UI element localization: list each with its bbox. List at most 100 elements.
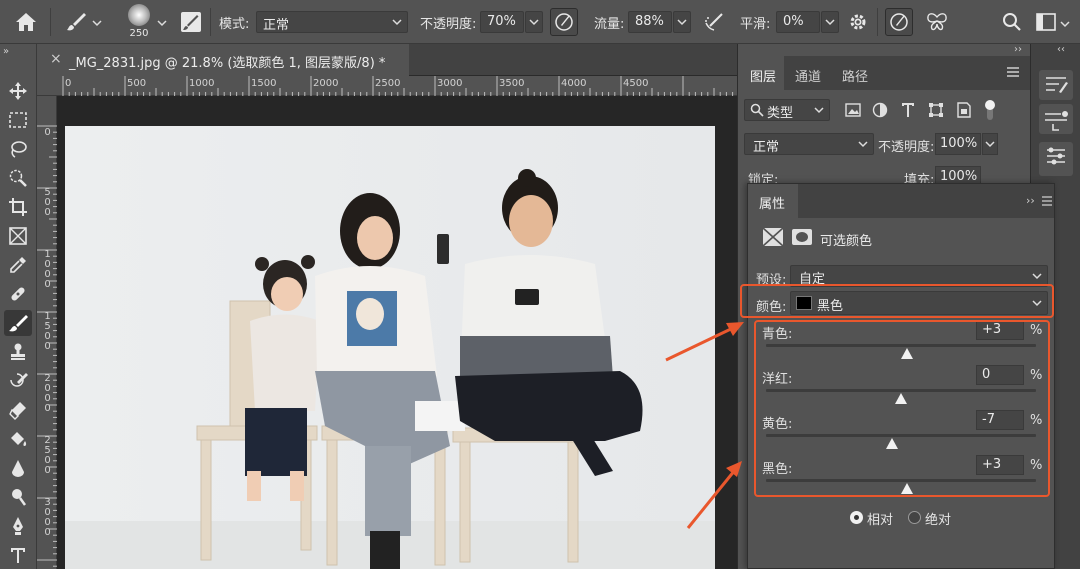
panel-menu-icon[interactable] xyxy=(1041,195,1053,207)
brushes-panel-button[interactable] xyxy=(1039,104,1073,134)
tab-layers-label[interactable]: 图层 xyxy=(750,66,776,85)
tab-properties[interactable]: 属性 xyxy=(748,184,798,218)
ruler-label: 0 xyxy=(65,78,72,89)
chevron-down-icon xyxy=(825,19,835,26)
history-brush-icon xyxy=(10,373,28,387)
history-brush-tool[interactable] xyxy=(4,368,32,394)
collapse-toolbar-icon[interactable]: » xyxy=(3,46,9,57)
smoothing-dropdown[interactable] xyxy=(821,11,839,33)
panel-collapse-icon[interactable]: ›› xyxy=(1014,44,1022,55)
brush-tool[interactable] xyxy=(4,310,32,336)
relative-radio[interactable] xyxy=(850,511,863,524)
adjustments-panel-button[interactable] xyxy=(1039,142,1073,176)
properties-title: 属性 xyxy=(759,197,786,212)
layers-blend-mode-select[interactable]: 正常 xyxy=(744,133,874,155)
close-tab-button[interactable]: × xyxy=(50,51,62,67)
filter-smart-object-icon[interactable] xyxy=(956,102,972,118)
flow-input[interactable]: 88% xyxy=(628,11,672,33)
ruler-label: 1500 xyxy=(251,78,277,89)
canvas-area[interactable] xyxy=(57,96,737,569)
layer-opacity-dropdown[interactable] xyxy=(982,133,998,155)
filter-toggle-icon[interactable] xyxy=(984,99,996,121)
absolute-label: 绝对 xyxy=(925,513,952,528)
frame-tool[interactable] xyxy=(4,223,32,249)
ruler-label: 3500 xyxy=(499,78,525,89)
document-tab[interactable]: × _MG_2831.jpg @ 21.8% (选取颜色 1, 图层蒙版/8) … xyxy=(37,44,409,76)
blur-drop-icon xyxy=(12,460,24,477)
panel-menu-icon[interactable] xyxy=(1006,66,1020,78)
home-icon[interactable] xyxy=(14,11,38,33)
healing-brush-tool[interactable] xyxy=(4,281,32,307)
lasso-tool[interactable] xyxy=(4,136,32,162)
filter-type-icon[interactable] xyxy=(900,101,916,119)
opacity-input[interactable]: 70% xyxy=(480,11,524,33)
ruler-label: 2500 xyxy=(375,78,401,89)
options-bar: 250 模式: 正常 不透明度: 70% 流量: 88% 平滑: 0% xyxy=(0,0,1080,44)
clone-stamp-tool[interactable] xyxy=(4,339,32,365)
separator xyxy=(877,8,878,36)
panel-expand-icon[interactable]: ‹‹ xyxy=(1057,44,1065,55)
pen-tool[interactable] xyxy=(4,513,32,539)
quick-selection-tool[interactable] xyxy=(4,165,32,191)
stamp-icon xyxy=(11,343,25,360)
crop-tool[interactable] xyxy=(4,194,32,220)
ruler-label: 3000 xyxy=(437,78,463,89)
smoothing-input[interactable]: 0% xyxy=(776,11,820,33)
tab-channels-label[interactable]: 通道 xyxy=(795,66,821,85)
move-tool[interactable] xyxy=(4,78,32,104)
layer-filter-select[interactable]: 类型 xyxy=(744,99,830,121)
search-icon xyxy=(750,103,764,117)
layer-opacity-input[interactable]: 100% xyxy=(935,133,981,155)
mode-select[interactable]: 正常 xyxy=(256,11,408,33)
layers-blend-mode-value: 正常 xyxy=(753,140,780,155)
absolute-radio[interactable] xyxy=(908,511,921,524)
chevron-down-icon[interactable] xyxy=(157,16,167,27)
separator xyxy=(50,8,51,36)
dodge-tool[interactable] xyxy=(4,484,32,510)
eraser-icon xyxy=(9,402,26,420)
family-photo xyxy=(65,126,715,569)
chevron-down-icon[interactable] xyxy=(92,16,102,27)
filter-adjustment-icon[interactable] xyxy=(872,102,888,118)
pressure-size-button[interactable] xyxy=(885,8,913,36)
flow-dropdown[interactable] xyxy=(673,11,691,33)
opacity-dropdown[interactable] xyxy=(525,11,543,33)
horizontal-ruler[interactable]: 0 500 1000 1500 2000 2500 3000 3500 4000… xyxy=(37,76,737,96)
smoothing-value: 0% xyxy=(783,14,804,29)
filter-shape-icon[interactable] xyxy=(928,102,944,118)
eraser-tool[interactable] xyxy=(4,397,32,423)
workspace-layout-icon[interactable] xyxy=(1036,13,1056,31)
ruler-label: 4000 xyxy=(561,78,587,89)
symmetry-butterfly-icon[interactable] xyxy=(925,11,949,33)
annotation-highlight-color xyxy=(740,284,1054,318)
filter-pixel-icon[interactable] xyxy=(845,102,861,118)
ruler-label: 2 5 0 0 xyxy=(44,435,51,476)
brush-size-preview[interactable]: 250 xyxy=(124,4,154,42)
pen-icon xyxy=(13,517,23,535)
eyedropper-tool[interactable] xyxy=(4,252,32,278)
mode-label: 模式: xyxy=(219,17,250,32)
ruler-label: 5 0 0 xyxy=(44,187,51,218)
blur-tool[interactable] xyxy=(4,455,32,481)
ruler-label: 0 xyxy=(44,127,51,138)
layer-mask-icon[interactable] xyxy=(791,227,813,247)
gear-icon[interactable] xyxy=(848,12,868,32)
pressure-opacity-button[interactable] xyxy=(550,8,578,36)
document-tab-bar: × _MG_2831.jpg @ 21.8% (选取颜色 1, 图层蒙版/8) … xyxy=(37,44,737,76)
brush-settings-icon[interactable] xyxy=(180,11,202,33)
tab-paths-label[interactable]: 路径 xyxy=(842,66,868,85)
tools-panel: » xyxy=(0,44,37,569)
marquee-tool[interactable] xyxy=(4,107,32,133)
search-icon[interactable] xyxy=(1002,12,1022,32)
radio-dot xyxy=(854,515,859,520)
airbrush-icon[interactable] xyxy=(702,11,726,33)
eyedropper-icon xyxy=(10,257,26,273)
ruler-label: 2000 xyxy=(313,78,339,89)
paint-bucket-tool[interactable] xyxy=(4,426,32,452)
type-tool[interactable] xyxy=(4,542,32,568)
chevron-down-icon[interactable] xyxy=(1060,17,1070,28)
panel-collapse-icon[interactable]: ›› xyxy=(1026,194,1035,207)
brush-settings-panel-button[interactable] xyxy=(1039,70,1073,100)
vertical-ruler[interactable]: 0 5 0 0 1 0 0 0 1 5 0 0 2 0 0 0 2 5 0 0 … xyxy=(37,96,57,569)
brush-preset-icon[interactable] xyxy=(64,10,88,34)
